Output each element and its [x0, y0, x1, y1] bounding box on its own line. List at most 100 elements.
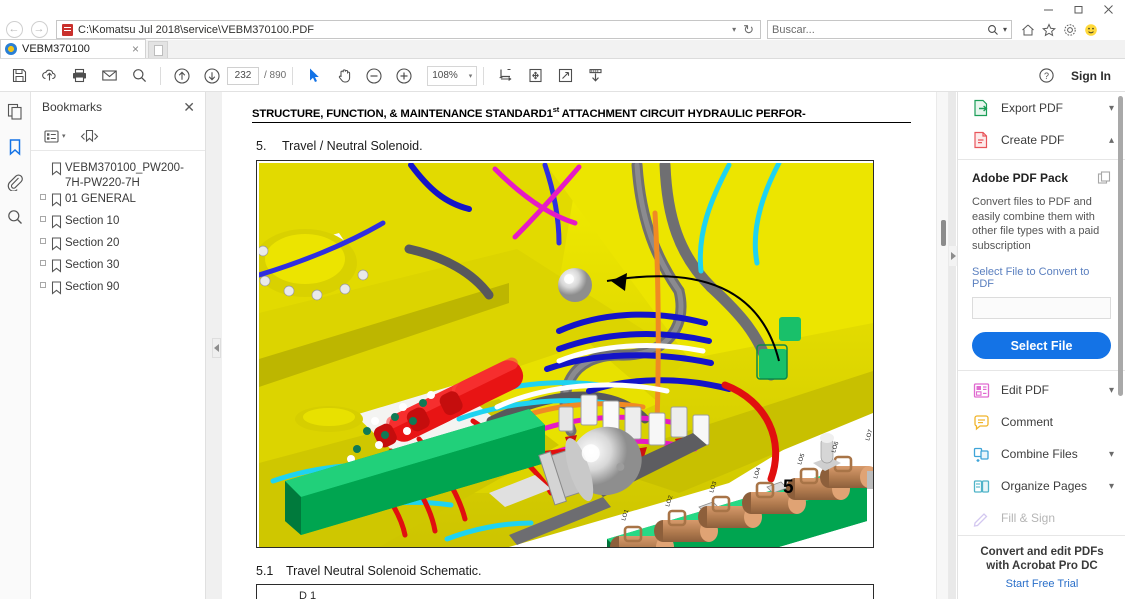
tool-create-pdf[interactable]: Create PDF ▴	[958, 124, 1125, 156]
tool-export-pdf[interactable]: Export PDF ▾	[958, 92, 1125, 124]
bookmarks-button[interactable]	[3, 135, 27, 159]
footer-line-1: Convert and edit PDFs	[980, 546, 1103, 558]
address-dropdown-icon[interactable]: ▾	[732, 25, 736, 34]
page-number-input[interactable]: 232	[227, 67, 259, 85]
tools-scrollbar-thumb[interactable]	[1118, 96, 1123, 396]
select-file-to-convert-link[interactable]: Select File to Convert to PDF	[972, 266, 1111, 290]
settings-gear-icon[interactable]	[1063, 23, 1077, 37]
bookmark-item[interactable]: Section 20	[31, 235, 205, 257]
tool-combine-files[interactable]: Combine Files ▾	[958, 438, 1125, 470]
travel-neutral-solenoid-illustration: LO1 LO2 LO3 LO4 LO5 LO6 LO7	[259, 163, 873, 547]
copy-icon[interactable]	[1097, 171, 1111, 188]
tools-panel-scrollbar[interactable]	[1118, 92, 1124, 599]
bookmark-item[interactable]: Section 10	[31, 213, 205, 235]
search-panel-button[interactable]	[3, 205, 27, 229]
print-button[interactable]	[64, 62, 94, 90]
address-input[interactable]: C:\Komatsu Jul 2018\service\VEBM370100.P…	[56, 20, 761, 39]
select-tool-button[interactable]	[299, 62, 329, 90]
bookmark-options-button[interactable]: ▾	[44, 129, 66, 144]
fit-page-button[interactable]	[520, 62, 550, 90]
start-free-trial-link[interactable]: Start Free Trial	[1006, 578, 1079, 590]
search-box[interactable]: Buscar... ▾	[767, 20, 1012, 39]
refresh-icon[interactable]: ↻	[743, 22, 754, 38]
tool-label: Export PDF	[1001, 101, 1063, 115]
schematic-frame: D 1	[256, 584, 874, 599]
chevron-down-icon[interactable]: ▾	[1109, 385, 1114, 396]
bookmark-expand-toggle[interactable]	[37, 279, 48, 288]
tool-edit-pdf[interactable]: Edit PDF ▾	[958, 374, 1125, 406]
svg-text:?: ?	[1043, 71, 1048, 81]
chevron-up-icon[interactable]: ▴	[1109, 135, 1114, 146]
bookmark-expand-toggle[interactable]	[37, 235, 48, 244]
zoom-level-select[interactable]: 108% ▾	[427, 66, 477, 86]
document-scrollbar[interactable]	[936, 92, 949, 599]
toolbar-separator-3	[483, 67, 484, 85]
sign-in-button[interactable]: Sign In	[1071, 69, 1111, 83]
chevron-down-icon[interactable]: ▾	[1109, 103, 1114, 114]
chevron-down-icon[interactable]: ▾	[1109, 481, 1114, 492]
pdf-toolbar: 232 / 890 108% ▾	[0, 60, 1125, 92]
hand-tool-button[interactable]	[329, 62, 359, 90]
save-to-cloud-button[interactable]	[34, 62, 64, 90]
fit-width-button[interactable]	[490, 62, 520, 90]
attachments-button[interactable]	[3, 170, 27, 194]
tool-comment[interactable]: Comment	[958, 406, 1125, 438]
zoom-out-button[interactable]	[359, 62, 389, 90]
favorites-star-icon[interactable]	[1042, 23, 1056, 37]
pdf-favicon-icon	[62, 24, 73, 36]
search-dropdown-icon[interactable]: ▾	[1003, 25, 1007, 34]
tools-panel-footer: Convert and edit PDFs with Acrobat Pro D…	[958, 535, 1125, 599]
browser-tab[interactable]: VEBM370100 ×	[0, 39, 146, 58]
close-button[interactable]	[1093, 0, 1123, 19]
download-button[interactable]	[580, 62, 610, 90]
forward-button[interactable]: →	[28, 20, 50, 39]
collapse-right-panel-handle[interactable]	[949, 246, 957, 266]
restore-button[interactable]	[1063, 0, 1093, 19]
tab-close-icon[interactable]: ×	[130, 42, 141, 56]
bookmark-item[interactable]: 01 GENERAL	[31, 191, 205, 213]
title-bar	[0, 0, 1125, 19]
find-button[interactable]	[124, 62, 154, 90]
bookmark-expand-toggle[interactable]	[37, 257, 48, 266]
smiley-feedback-icon[interactable]	[1084, 23, 1098, 37]
combine-files-icon	[971, 446, 991, 463]
collapse-left-panel-handle[interactable]	[212, 338, 221, 358]
back-button[interactable]: ←	[3, 20, 25, 39]
tab-title: VEBM370100	[22, 43, 125, 55]
page-thumbnails-button[interactable]	[3, 100, 27, 124]
home-icon[interactable]	[1021, 23, 1035, 37]
previous-page-button[interactable]	[167, 62, 197, 90]
bookmarks-close-icon[interactable]: ✕	[183, 100, 195, 114]
tool-label: Combine Files	[1001, 447, 1078, 461]
bookmarks-title: Bookmarks	[42, 100, 102, 114]
tool-label: Fill & Sign	[1001, 511, 1055, 525]
tool-label: Comment	[1001, 415, 1053, 429]
email-button[interactable]	[94, 62, 124, 90]
bookmark-item[interactable]: Section 90	[31, 279, 205, 301]
bookmark-item[interactable]: VEBM370100_PW200-7H-PW220-7H	[31, 160, 205, 191]
select-file-button[interactable]: Select File	[972, 332, 1111, 359]
bookmark-icon	[48, 191, 65, 207]
address-bar: ← → C:\Komatsu Jul 2018\service\VEBM3701…	[0, 19, 1125, 40]
bookmark-expand-toggle[interactable]	[37, 191, 48, 200]
tool-fill-and-sign[interactable]: Fill & Sign	[958, 502, 1125, 534]
minimize-button[interactable]	[1033, 0, 1063, 19]
section-title: Travel / Neutral Solenoid.	[282, 139, 423, 153]
tool-organize-pages[interactable]: Organize Pages ▾	[958, 470, 1125, 502]
convert-file-input[interactable]	[972, 297, 1111, 319]
chevron-down-icon[interactable]: ▾	[1109, 449, 1114, 460]
save-button[interactable]	[4, 62, 34, 90]
document-viewport[interactable]: STRUCTURE, FUNCTION, & MAINTENANCE STAND…	[206, 92, 956, 599]
next-page-button[interactable]	[197, 62, 227, 90]
new-tab-button[interactable]	[148, 41, 168, 58]
help-button[interactable]: ?	[1031, 62, 1061, 90]
bookmark-expand-toggle[interactable]	[37, 213, 48, 222]
new-bookmark-button[interactable]	[80, 129, 99, 144]
organize-pages-icon	[971, 478, 991, 495]
figure-frame: LO1 LO2 LO3 LO4 LO5 LO6 LO7	[256, 160, 874, 548]
scrollbar-thumb[interactable]	[941, 220, 946, 246]
page-number-value: 232	[235, 70, 252, 81]
bookmark-item[interactable]: Section 30	[31, 257, 205, 279]
zoom-in-button[interactable]	[389, 62, 419, 90]
fullscreen-button[interactable]	[550, 62, 580, 90]
